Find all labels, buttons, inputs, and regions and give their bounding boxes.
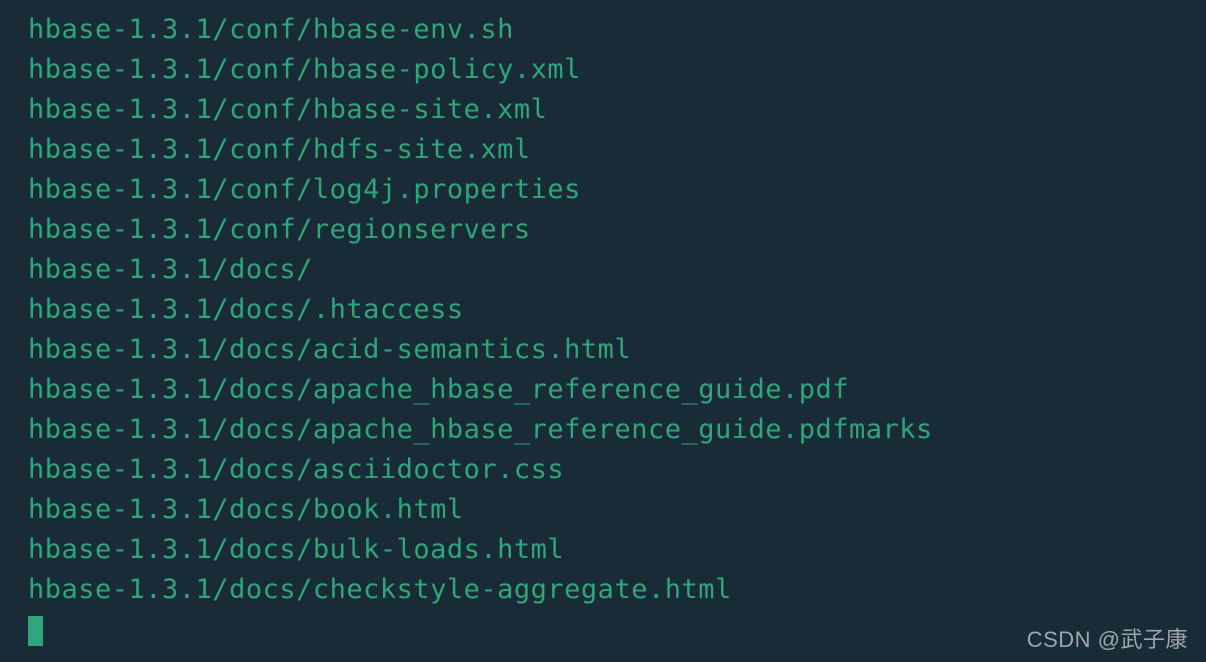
terminal-window[interactable]: hbase-1.3.1/conf/hbase-env.sh hbase-1.3.… <box>0 0 1206 662</box>
terminal-output-line: hbase-1.3.1/docs/asciidoctor.css <box>28 450 1206 490</box>
terminal-output-line: hbase-1.3.1/docs/ <box>28 250 1206 290</box>
cursor-icon <box>28 616 43 646</box>
terminal-output-line: hbase-1.3.1/docs/apache_hbase_reference_… <box>28 370 1206 410</box>
terminal-output-line: hbase-1.3.1/conf/hbase-env.sh <box>28 10 1206 50</box>
terminal-output-line: hbase-1.3.1/docs/bulk-loads.html <box>28 530 1206 570</box>
terminal-output-line: hbase-1.3.1/conf/log4j.properties <box>28 170 1206 210</box>
terminal-output-line: hbase-1.3.1/conf/hbase-policy.xml <box>28 50 1206 90</box>
terminal-output-line: hbase-1.3.1/docs/.htaccess <box>28 290 1206 330</box>
terminal-output-line: hbase-1.3.1/docs/acid-semantics.html <box>28 330 1206 370</box>
terminal-output-line: hbase-1.3.1/conf/hdfs-site.xml <box>28 130 1206 170</box>
terminal-output-line: hbase-1.3.1/conf/regionservers <box>28 210 1206 250</box>
terminal-output-line: hbase-1.3.1/docs/apache_hbase_reference_… <box>28 410 1206 450</box>
watermark-text: CSDN @武子康 <box>1027 622 1188 654</box>
terminal-output-line: hbase-1.3.1/conf/hbase-site.xml <box>28 90 1206 130</box>
terminal-output-line: hbase-1.3.1/docs/checkstyle-aggregate.ht… <box>28 570 1206 610</box>
terminal-output-line: hbase-1.3.1/docs/book.html <box>28 490 1206 530</box>
